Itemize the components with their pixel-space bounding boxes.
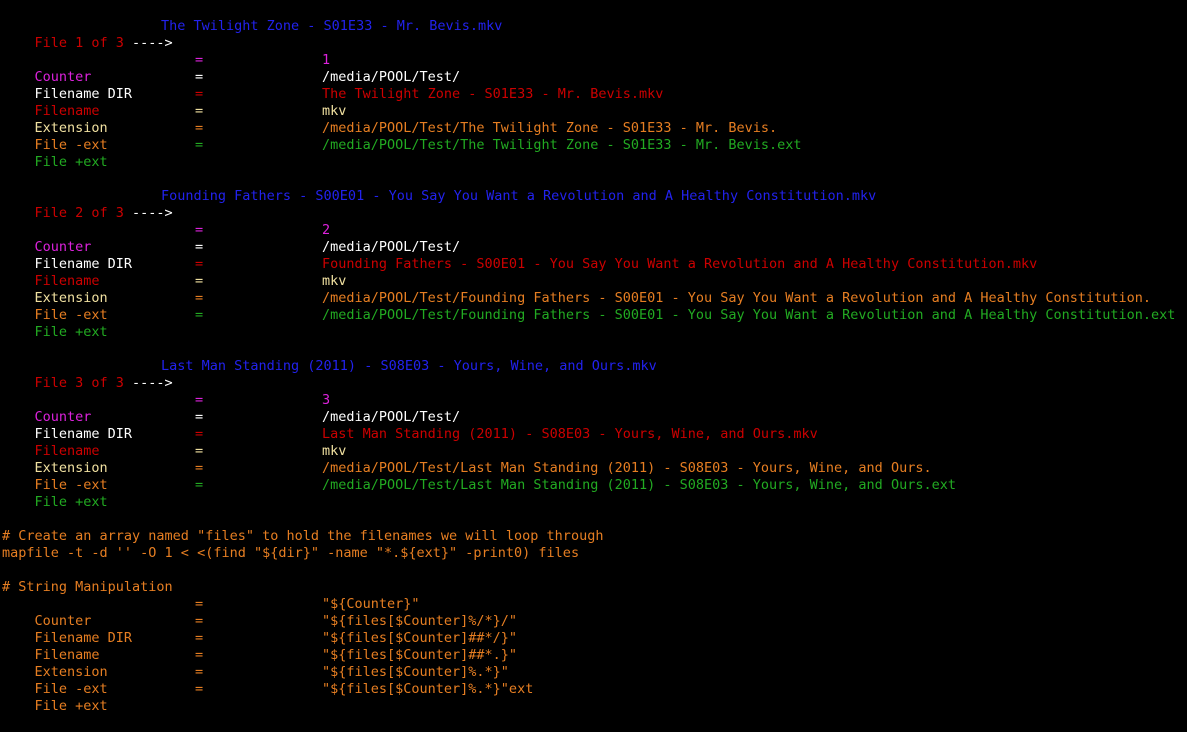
row-file-minus-ext: File -ext =/media/POOL/Test/Founding Fath… (2, 290, 1187, 323)
code-row: Filename DIR = "${files[$Counter]%/*}/" (2, 613, 1187, 646)
row-counter: Counter = 2 (2, 222, 1187, 255)
row-eq: = (195, 69, 204, 85)
row-filename-dir: Filename DIR =/media/POOL/Test/ (2, 69, 1187, 102)
file-header: File 1 of 3 ----> The Twilight Zone - S01… (2, 18, 1187, 51)
file-header: File 2 of 3 ----> Founding Fathers - S00E… (2, 188, 1187, 221)
code-eq: = (195, 664, 204, 680)
code-value: "${files[$Counter]##*.}" (322, 647, 518, 663)
row-filename: Filename = Last Man Standing (2011) - S08E… (2, 426, 1187, 459)
code-row: Extension = "${files[$Counter]##*.}" (2, 647, 1187, 680)
row-eq: = (195, 52, 204, 68)
row-file-minus-ext: File -ext =/media/POOL/Test/Last Man Stan… (2, 460, 1187, 493)
row-value: /media/POOL/Test/Last Man Standing (2011… (322, 460, 932, 476)
code-row: File +ext = "${files[$Counter]%.*}"ext (2, 681, 1187, 714)
code-value: "${files[$Counter]%.*}"ext (322, 681, 534, 697)
row-value: /media/POOL/Test/ (322, 239, 461, 255)
row-value: mkv (322, 273, 347, 289)
row-value: /media/POOL/Test/ (322, 69, 461, 85)
row-value: The Twilight Zone - S01E33 - Mr. Bevis.m… (322, 86, 664, 102)
file-header-label: File 2 of 3 (34, 205, 124, 221)
file-header-label: File 3 of 3 (34, 375, 124, 391)
file-header-arrow: ----> (123, 35, 173, 51)
file-header-name: The Twilight Zone - S01E33 - Mr. Bevis.m… (161, 18, 503, 34)
code-value: "${files[$Counter]%/*}/" (322, 613, 518, 629)
row-eq: = (195, 460, 204, 476)
row-value: 3 (322, 392, 331, 408)
code-eq: = (195, 613, 204, 629)
row-counter: Counter = 1 (2, 52, 1187, 85)
code-value: "${files[$Counter]%.*}" (322, 664, 509, 680)
row-eq: = (195, 273, 204, 289)
row-counter: Counter = 3 (2, 392, 1187, 425)
code-eq: = (195, 596, 204, 612)
row-key: File +ext (34, 324, 108, 340)
terminal-output: File 1 of 3 ----> The Twilight Zone - S01… (0, 0, 1187, 714)
code-value: "${files[$Counter]##*/}" (322, 630, 518, 646)
row-key: File +ext (34, 494, 108, 510)
code-row: Filename = "${files[$Counter]##*/}" (2, 630, 1187, 663)
file-header-name: Founding Fathers - S00E01 - You Say You … (161, 188, 877, 204)
row-value: 2 (322, 222, 331, 238)
code-eq: = (195, 630, 204, 646)
file-header-arrow: ----> (123, 375, 173, 391)
row-eq: = (195, 137, 204, 153)
row-eq: = (195, 307, 204, 323)
row-value: /media/POOL/Test/The Twilight Zone - S01… (322, 120, 778, 136)
row-extension: Extension = mkv (2, 103, 1187, 136)
row-value: mkv (322, 103, 347, 119)
row-eq: = (195, 477, 204, 493)
row-filename-dir: Filename DIR =/media/POOL/Test/ (2, 239, 1187, 272)
row-key: File +ext (34, 154, 108, 170)
code-mapfile: mapfile -t -d '' -O 1 < <(find "${dir}" … (2, 545, 580, 561)
file-header-label: File 1 of 3 (34, 35, 124, 51)
row-value: /media/POOL/Test/Founding Fathers - S00E… (322, 290, 1152, 306)
row-eq: = (195, 256, 204, 272)
row-file-plus-ext: File +ext = /media/POOL/Test/Last Man Stan… (2, 477, 1187, 510)
row-eq: = (195, 120, 204, 136)
row-filename: Filename = Founding Fathers - S00E01 - You… (2, 256, 1187, 289)
row-value: Founding Fathers - S00E01 - You Say You … (322, 256, 1038, 272)
code-key: File +ext (34, 698, 108, 714)
code-eq: = (195, 647, 204, 663)
file-header-name: Last Man Standing (2011) - S08E03 - Your… (161, 358, 657, 374)
row-extension: Extension = mkv (2, 273, 1187, 306)
row-eq: = (195, 290, 204, 306)
row-eq: = (195, 103, 204, 119)
row-filename-dir: Filename DIR =/media/POOL/Test/ (2, 409, 1187, 442)
row-value: /media/POOL/Test/Last Man Standing (2011… (322, 477, 956, 493)
row-eq: = (195, 443, 204, 459)
row-eq: = (195, 392, 204, 408)
row-value: /media/POOL/Test/Founding Fathers - S00E… (322, 307, 1176, 323)
row-eq: = (195, 239, 204, 255)
row-eq: = (195, 222, 204, 238)
code-comment: # String Manipulation (2, 579, 173, 595)
row-filename: Filename = The Twilight Zone - S01E33 - Mr… (2, 86, 1187, 119)
row-file-plus-ext: File +ext = /media/POOL/Test/The Twilight … (2, 137, 1187, 170)
row-eq: = (195, 86, 204, 102)
code-row: Counter = "${Counter}" (2, 596, 1187, 629)
row-extension: Extension = mkv (2, 443, 1187, 476)
row-value: Last Man Standing (2011) - S08E03 - Your… (322, 426, 818, 442)
code-row: File -ext = "${files[$Counter]%.*}" (2, 664, 1187, 697)
row-file-plus-ext: File +ext = /media/POOL/Test/Founding Fath… (2, 307, 1187, 340)
row-value: 1 (322, 52, 331, 68)
row-eq: = (195, 409, 204, 425)
file-header-arrow: ----> (123, 205, 173, 221)
file-header: File 3 of 3 ----> Last Man Standing (2011… (2, 358, 1187, 391)
code-value: "${Counter}" (322, 596, 420, 612)
code-comment: # Create an array named "files" to hold … (2, 528, 604, 544)
row-value: /media/POOL/Test/The Twilight Zone - S01… (322, 137, 802, 153)
row-value: mkv (322, 443, 347, 459)
row-file-minus-ext: File -ext =/media/POOL/Test/The Twilight … (2, 120, 1187, 153)
row-eq: = (195, 426, 204, 442)
code-eq: = (195, 681, 204, 697)
row-value: /media/POOL/Test/ (322, 409, 461, 425)
